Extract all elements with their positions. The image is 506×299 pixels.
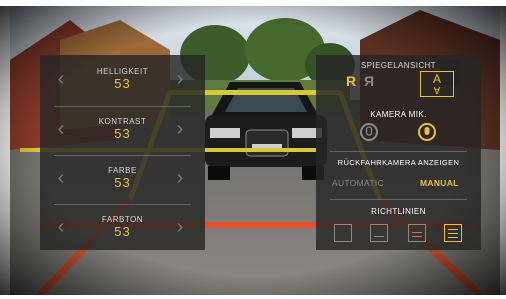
- contrast-row: ‹ KONTRAST 53 ›: [40, 107, 205, 155]
- contrast-increase-button[interactable]: ›: [173, 119, 187, 139]
- color-increase-button[interactable]: ›: [173, 168, 187, 188]
- guide-line-icon: [448, 233, 458, 234]
- mic-on-icon: [424, 127, 430, 135]
- camera-options-panel: SPIEGELANSICHT R Я A A KAMERA MIK. RÜCKF…: [316, 55, 481, 250]
- mirror-view-title: SPIEGELANSICHT: [361, 61, 436, 70]
- mic-off-button[interactable]: [360, 123, 378, 141]
- mic-off-icon: [365, 126, 373, 136]
- mode-automatic-button[interactable]: AUTOMATIC: [332, 178, 384, 188]
- mirror-vertical-button[interactable]: A A: [420, 71, 454, 97]
- guide-line-icon: [448, 237, 458, 238]
- guidelines-2-button[interactable]: [408, 224, 426, 242]
- tint-increase-button[interactable]: ›: [173, 217, 187, 237]
- image-settings-panel: ‹ HELLIGKEIT 53 › ‹ KONTRAST 53 › ‹ FARB…: [40, 55, 205, 250]
- mirror-flipped-button[interactable]: Я: [364, 73, 374, 89]
- tint-row: ‹ FARBTON 53 ›: [40, 205, 205, 253]
- rear-camera-screen: ‹ HELLIGKEIT 53 › ‹ KONTRAST 53 › ‹ FARB…: [0, 0, 506, 299]
- guide-line-icon: [412, 236, 422, 237]
- rear-camera-title: RÜCKFAHRKAMERA ANZEIGEN: [337, 158, 460, 167]
- divider: [330, 151, 467, 152]
- guidelines-3-button[interactable]: [444, 224, 462, 242]
- mode-manual-button[interactable]: MANUAL: [420, 178, 459, 188]
- guidelines-title: RICHTLINIEN: [371, 207, 426, 216]
- guide-line-icon: [448, 229, 458, 230]
- brightness-row: ‹ HELLIGKEIT 53 ›: [40, 57, 205, 105]
- camera-mic-title: KAMERA MIK.: [370, 110, 427, 119]
- mirror-normal-button[interactable]: R: [346, 73, 356, 89]
- divider: [330, 199, 467, 200]
- guide-line-icon: [374, 236, 384, 237]
- guide-line-icon: [412, 232, 422, 233]
- guidelines-1-button[interactable]: [370, 224, 388, 242]
- mirror-vertical-flipped-icon: A: [433, 84, 441, 95]
- color-row: ‹ FARBE 53 ›: [40, 156, 205, 204]
- mic-on-button[interactable]: [418, 123, 436, 141]
- guidelines-off-button[interactable]: [334, 224, 352, 242]
- brightness-increase-button[interactable]: ›: [173, 69, 187, 89]
